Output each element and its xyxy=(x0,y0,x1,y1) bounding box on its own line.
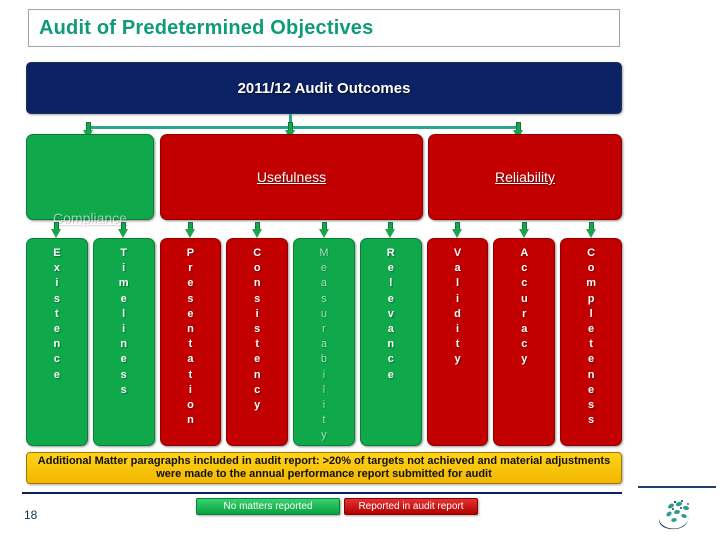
arrow-down-icon-criterion xyxy=(184,222,196,239)
category-label-usefulness: Usefulness xyxy=(256,169,327,185)
criterion-label: Completeness xyxy=(586,247,596,427)
category-label-reliability: Reliability xyxy=(495,169,555,185)
audit-outcomes-header-label: 2011/12 Audit Outcomes xyxy=(237,79,411,97)
criterion-column[interactable]: Completeness xyxy=(560,238,622,446)
page-number: 18 xyxy=(24,508,38,522)
criterion-label: Presentation xyxy=(186,247,195,427)
legend-no-matters-label: No matters reported xyxy=(223,501,313,512)
additional-matter-text: Additional Matter paragraphs included in… xyxy=(37,455,611,480)
category-box-reliability[interactable]: Reliability xyxy=(428,134,622,220)
arrow-down-icon-criterion xyxy=(251,222,263,239)
criterion-label: Relevance xyxy=(386,247,395,381)
audit-outcomes-header-box: 2011/12 Audit Outcomes xyxy=(26,62,622,114)
connector-horizontal xyxy=(88,126,518,129)
criterion-label: Consistency xyxy=(253,247,262,412)
category-label-compliance: Compliance xyxy=(53,210,127,226)
arrow-down-icon-criterion xyxy=(518,222,530,239)
criterion-column[interactable]: Accuracy xyxy=(493,238,556,446)
organisation-logo xyxy=(655,496,699,534)
legend-no-matters-reported[interactable]: No matters reported xyxy=(196,498,340,515)
criterion-label: Measurability xyxy=(319,247,329,442)
page-title: Audit of Predetermined Objectives xyxy=(39,16,374,39)
criterion-label: Accuracy xyxy=(520,247,529,366)
footer-divider xyxy=(22,492,622,494)
criterion-column[interactable]: Validity xyxy=(426,238,489,446)
arrow-down-icon-criterion xyxy=(585,222,597,239)
criterion-label: Validity xyxy=(453,247,462,366)
criterion-column[interactable]: Relevance xyxy=(359,238,422,446)
photo-strip xyxy=(634,0,720,540)
arrow-down-icon-criterion xyxy=(385,222,396,239)
slide-title-box: Audit of Predetermined Objectives xyxy=(28,9,620,47)
strip-divider xyxy=(638,486,716,488)
criterion-column[interactable]: Existence xyxy=(26,238,88,446)
criterion-label: Timeliness xyxy=(118,247,129,396)
criterion-column[interactable]: Presentation xyxy=(159,238,222,446)
arrow-down-icon-criterion xyxy=(118,222,129,239)
arrow-down-icon-criterion xyxy=(452,222,463,239)
category-box-compliance[interactable]: Compliance xyxy=(26,134,154,226)
criterion-column[interactable]: Timeliness xyxy=(92,238,155,446)
legend-reported-label: Reported in audit report xyxy=(358,501,464,512)
criterion-column[interactable]: Consistency xyxy=(226,238,289,446)
arrow-down-icon-criterion xyxy=(318,222,330,239)
slide-canvas: Audit of Predetermined Objectives 2011/1… xyxy=(0,0,720,540)
criterion-label: Existence xyxy=(53,247,61,381)
arrow-down-icon-criterion xyxy=(51,222,62,239)
criterion-column[interactable]: Measurability xyxy=(293,238,355,446)
additional-matter-banner: Additional Matter paragraphs included in… xyxy=(26,452,622,484)
legend-reported-in-audit-report[interactable]: Reported in audit report xyxy=(344,498,478,515)
category-box-usefulness[interactable]: Usefulness xyxy=(160,134,423,220)
